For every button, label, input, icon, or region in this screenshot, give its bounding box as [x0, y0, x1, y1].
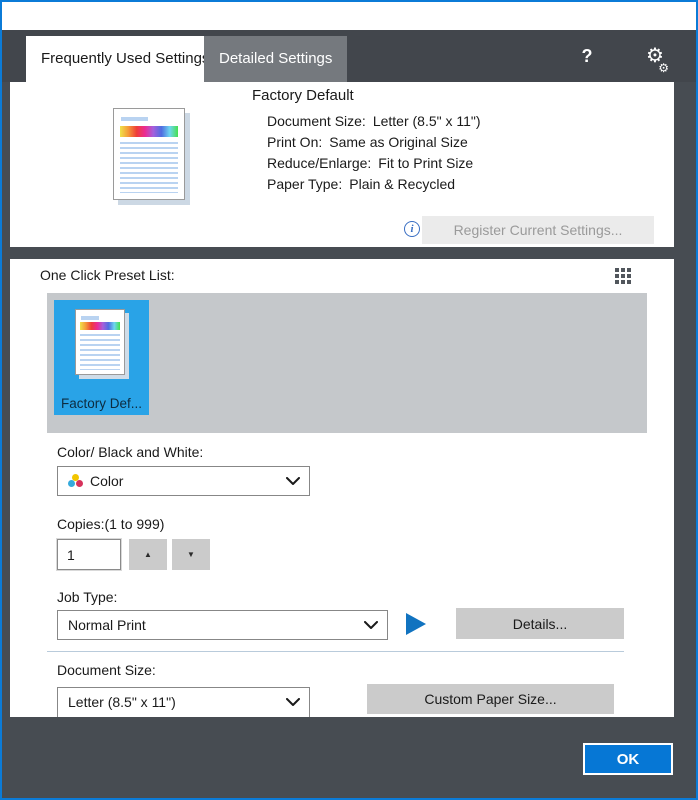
chevron-down-icon [286, 477, 300, 485]
summary-row-reduce-enlarge: Reduce/Enlarge: Fit to Print Size [267, 153, 481, 174]
title-bar [2, 2, 696, 30]
section-divider [47, 651, 624, 652]
play-arrow-icon [406, 613, 426, 635]
color-mode-label: Color/ Black and White: [57, 444, 203, 460]
summary-value: Same as Original Size [329, 134, 468, 150]
preset-name-title: Factory Default [252, 87, 354, 104]
tab-bar: Frequently Used Settings Detailed Settin… [2, 30, 696, 82]
details-button[interactable]: Details... [456, 608, 624, 639]
copies-decrement-button[interactable]: ▼ [172, 539, 210, 570]
preset-item-label: Factory Def... [54, 396, 149, 411]
document-size-select[interactable]: Letter (8.5" x 11") [57, 687, 310, 717]
custom-paper-size-button[interactable]: Custom Paper Size... [367, 684, 614, 714]
preview-rainbow-bar [120, 126, 179, 137]
summary-value: Letter (8.5" x 11") [373, 113, 481, 129]
summary-label: Reduce/Enlarge: [267, 155, 371, 171]
preset-list-area[interactable]: Factory Def... [47, 293, 647, 433]
preview-text-lines [80, 334, 120, 370]
job-type-select[interactable]: Normal Print [57, 610, 388, 640]
summary-value: Fit to Print Size [378, 155, 473, 171]
printer-preferences-dialog: Frequently Used Settings Detailed Settin… [0, 0, 698, 800]
tab-frequently-used-settings[interactable]: Frequently Used Settings [26, 36, 224, 82]
copies-label: Copies:(1 to 999) [57, 516, 164, 532]
gear-icon[interactable]: ⚙ ⚙ [638, 30, 672, 82]
summary-label: Paper Type: [267, 176, 342, 192]
ok-button[interactable]: OK [583, 743, 673, 775]
color-mode-value: Color [90, 473, 123, 489]
color-dots-icon [68, 474, 83, 488]
copies-input[interactable] [57, 539, 121, 570]
one-click-preset-list-label: One Click Preset List: [40, 267, 175, 283]
gear-small-glyph: ⚙ [658, 62, 669, 74]
help-icon[interactable]: ? [570, 30, 604, 82]
tab-detailed-settings[interactable]: Detailed Settings [204, 36, 347, 82]
document-preview-thumbnail [113, 108, 185, 200]
summary-row-document-size: Document Size: Letter (8.5" x 11") [267, 111, 481, 132]
color-mode-select[interactable]: Color [57, 466, 310, 496]
job-type-value: Normal Print [68, 617, 146, 633]
summary-label: Document Size: [267, 113, 366, 129]
settings-summary-panel: Factory Default Document Size: Letter (8.… [10, 82, 674, 247]
preview-heading-line [121, 117, 148, 121]
summary-label: Print On: [267, 134, 322, 150]
grid-view-icon[interactable] [615, 268, 631, 284]
document-size-label: Document Size: [57, 662, 156, 678]
chevron-down-icon [364, 621, 378, 629]
preset-thumbnail [75, 309, 125, 375]
info-icon[interactable]: i [404, 221, 420, 237]
preview-heading-line [81, 316, 99, 320]
document-size-value: Letter (8.5" x 11") [68, 694, 176, 710]
summary-row-paper-type: Paper Type: Plain & Recycled [267, 174, 481, 195]
summary-row-print-on: Print On: Same as Original Size [267, 132, 481, 153]
preview-rainbow-bar [80, 322, 120, 330]
main-settings-panel: One Click Preset List: Factory Def... Co… [10, 259, 674, 717]
summary-value: Plain & Recycled [349, 176, 455, 192]
preview-text-lines [120, 142, 179, 192]
register-current-settings-button[interactable]: Register Current Settings... [422, 216, 654, 244]
chevron-down-icon [286, 698, 300, 706]
copies-increment-button[interactable]: ▲ [129, 539, 167, 570]
summary-rows: Document Size: Letter (8.5" x 11") Print … [267, 111, 481, 195]
preset-item-factory-default[interactable]: Factory Def... [54, 300, 149, 415]
job-type-label: Job Type: [57, 589, 117, 605]
